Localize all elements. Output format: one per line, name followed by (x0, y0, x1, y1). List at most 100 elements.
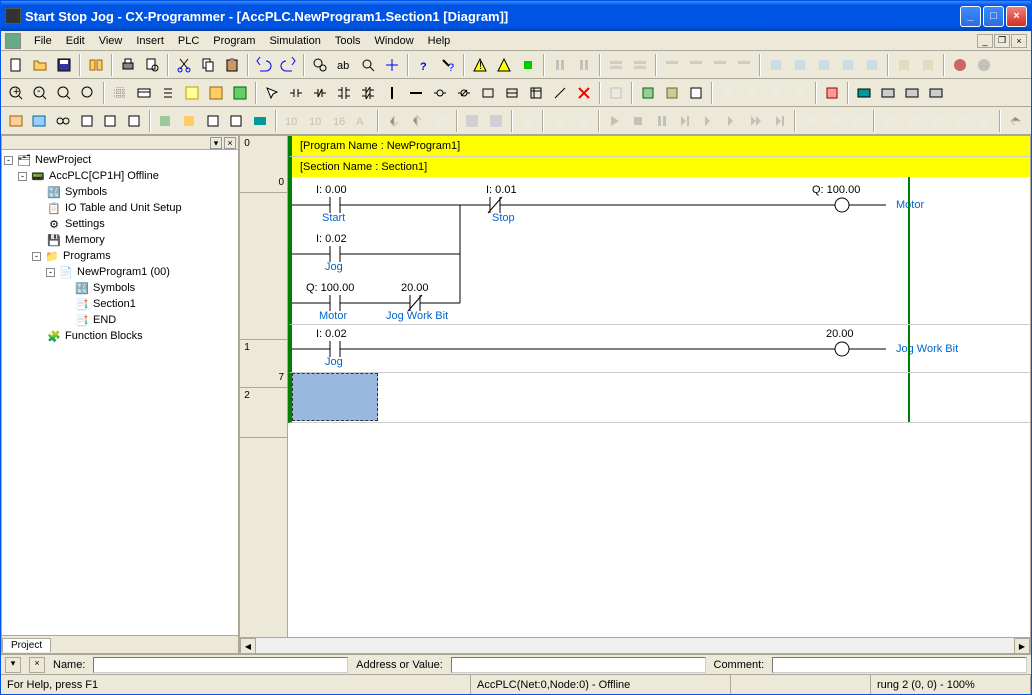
comment-field[interactable] (772, 657, 1027, 673)
tree-settings[interactable]: ⚙Settings (4, 216, 236, 232)
watch-button-2[interactable] (877, 82, 899, 104)
bk-button-8[interactable] (974, 110, 996, 132)
save-button[interactable] (53, 54, 75, 76)
delete-button[interactable] (573, 82, 595, 104)
close-button[interactable]: × (1006, 6, 1027, 27)
monitor-button[interactable] (178, 110, 200, 132)
bk-button-9[interactable] (1005, 110, 1027, 132)
bk-button-7[interactable] (950, 110, 972, 132)
mod-button-1[interactable] (765, 54, 787, 76)
tab-project[interactable]: Project (2, 638, 51, 652)
minimize-button[interactable]: _ (960, 6, 981, 27)
misc-button-7[interactable] (765, 82, 787, 104)
menu-help[interactable]: Help (421, 33, 458, 49)
bk-button-5[interactable] (903, 110, 925, 132)
maximize-button[interactable]: □ (983, 6, 1004, 27)
tree-pin-button[interactable]: ▾ (210, 137, 222, 149)
find-button[interactable] (309, 54, 331, 76)
view-button-1[interactable] (5, 110, 27, 132)
data-10s-button[interactable]: 10 (304, 110, 326, 132)
step-button[interactable] (674, 110, 696, 132)
misc-button-8[interactable] (789, 82, 811, 104)
misc-button-6[interactable] (741, 82, 763, 104)
bk-button-4[interactable] (879, 110, 901, 132)
mnemonic-button[interactable] (181, 82, 203, 104)
infobar-collapse-button[interactable]: ▾ (5, 657, 21, 673)
settings-icon[interactable] (949, 54, 971, 76)
menu-plc[interactable]: PLC (171, 33, 206, 49)
pause-button[interactable] (651, 110, 673, 132)
step3-button[interactable] (722, 110, 744, 132)
section-button-2[interactable] (629, 54, 651, 76)
replace-button[interactable]: ab (333, 54, 355, 76)
zoom-100-button[interactable] (77, 82, 99, 104)
menu-tools[interactable]: Tools (328, 33, 368, 49)
menu-insert[interactable]: Insert (129, 33, 171, 49)
misc-button-1[interactable] (605, 82, 627, 104)
bk-button-6[interactable] (926, 110, 948, 132)
sim-button-2[interactable] (572, 110, 594, 132)
scroll-right-button[interactable]: ▶ (1014, 638, 1030, 654)
open-button[interactable] (29, 54, 51, 76)
coil-nc-button[interactable] (453, 82, 475, 104)
help-button[interactable]: ? (413, 54, 435, 76)
warning-icon[interactable]: ! (469, 54, 491, 76)
print-button[interactable] (117, 54, 139, 76)
bk-button-2[interactable] (824, 110, 846, 132)
instruction-button[interactable] (477, 82, 499, 104)
section-button-5[interactable] (709, 54, 731, 76)
open-disk-button[interactable] (485, 110, 507, 132)
ff-button[interactable] (745, 110, 767, 132)
diff-button[interactable] (517, 110, 539, 132)
view-button-4[interactable] (76, 110, 98, 132)
watch-button-3[interactable] (901, 82, 923, 104)
menu-view[interactable]: View (92, 33, 130, 49)
play-button[interactable] (604, 110, 626, 132)
mod-button-7[interactable] (917, 54, 939, 76)
horizontal-button[interactable] (405, 82, 427, 104)
tr-button-2[interactable] (407, 110, 429, 132)
contact-or-button[interactable] (333, 82, 355, 104)
bk-button-1[interactable] (800, 110, 822, 132)
tree-plc[interactable]: -📟AccPLC[CP1H] Offline (4, 168, 236, 184)
instruction2-button[interactable] (501, 82, 523, 104)
view-button-5[interactable] (99, 110, 121, 132)
section-button-3[interactable] (661, 54, 683, 76)
ladder-area[interactable]: [Program Name : NewProgram1] [Section Na… (288, 136, 1030, 637)
tree-newprogram[interactable]: -📄NewProgram1 (00) (4, 264, 236, 280)
tree-close-button[interactable]: × (224, 137, 236, 149)
step2-button[interactable] (698, 110, 720, 132)
contact-or-nc-button[interactable] (357, 82, 379, 104)
mod-button-3[interactable] (813, 54, 835, 76)
warning2-icon[interactable] (493, 54, 515, 76)
tr-button-3[interactable] (430, 110, 452, 132)
project-tree[interactable]: -🗂NewProject -📟AccPLC[CP1H] Offline 🔣Sym… (2, 150, 238, 635)
mod-button-4[interactable] (837, 54, 859, 76)
view-button-6[interactable] (123, 110, 145, 132)
cut-button[interactable] (173, 54, 195, 76)
props-button[interactable] (133, 82, 155, 104)
fb-button[interactable] (525, 82, 547, 104)
save-disk-button[interactable] (462, 110, 484, 132)
tree-end[interactable]: 📑END (4, 312, 236, 328)
zoom-out-button[interactable]: - (29, 82, 51, 104)
section-button-4[interactable] (685, 54, 707, 76)
contact-nc-button[interactable] (309, 82, 331, 104)
menu-edit[interactable]: Edit (59, 33, 92, 49)
grid-button[interactable] (109, 82, 131, 104)
tree-symbols[interactable]: 🔣Symbols (4, 184, 236, 200)
new-button[interactable] (5, 54, 27, 76)
tree-fblocks[interactable]: 🧩Function Blocks (4, 328, 236, 344)
menu-window[interactable]: Window (368, 33, 421, 49)
mod-button-6[interactable] (893, 54, 915, 76)
transfer-button[interactable] (517, 54, 539, 76)
misc-button-2[interactable] (637, 82, 659, 104)
section-button-1[interactable] (605, 54, 627, 76)
name-field[interactable] (93, 657, 348, 673)
edit-online-button[interactable] (202, 110, 224, 132)
section-button-6[interactable] (733, 54, 755, 76)
run-button[interactable] (249, 110, 271, 132)
scroll-left-button[interactable]: ◀ (240, 638, 256, 654)
sim-button-1[interactable] (548, 110, 570, 132)
tr-button-1[interactable] (383, 110, 405, 132)
